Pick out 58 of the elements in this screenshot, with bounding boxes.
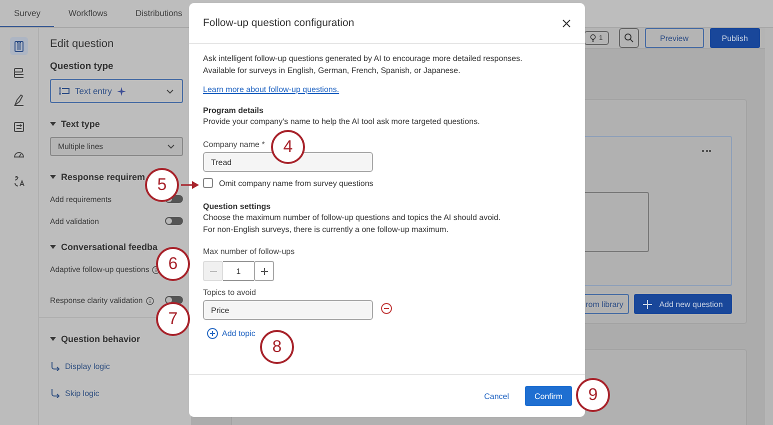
remove-icon[interactable]	[381, 303, 392, 314]
nav-tab[interactable]: Workflows	[54, 0, 122, 27]
section-description: For non-English surveys, there is currently a one follow-up maximum.	[203, 224, 450, 236]
caret-down-icon[interactable]	[50, 175, 56, 179]
text-field-icon	[59, 87, 70, 95]
caret-down-icon[interactable]	[50, 245, 56, 249]
section-label: Question type	[50, 61, 114, 72]
caret-down-icon[interactable]	[50, 122, 56, 126]
section-heading: Program details	[203, 105, 264, 116]
scrollbar[interactable]	[765, 28, 773, 425]
plus-circle-icon	[207, 328, 218, 339]
section-heading: Response requirem	[61, 172, 146, 182]
plus-icon	[643, 300, 652, 308]
search-button[interactable]	[618, 28, 639, 48]
section-heading: Text type	[61, 119, 100, 129]
section-description: Provide your company's name to help the AI tool ask more targeted questions.	[203, 116, 481, 128]
cancel-button[interactable]: Cancel	[484, 392, 509, 400]
chevron-down-icon	[167, 144, 175, 149]
topic-field[interactable]: Price	[203, 300, 373, 320]
intro-text: Ask intelligent follow-up questions generated by AI to encourage more detailed responses.	[203, 53, 524, 64]
sparkle-icon	[116, 86, 126, 96]
section-heading: Question settings	[203, 201, 272, 212]
section-description: Choose the maximum number of follow-up questions and topics the AI should avoid.	[203, 212, 502, 224]
field-label: Company name *	[203, 140, 265, 149]
lightbulb-icon	[590, 34, 596, 42]
section-heading: Question behavior	[61, 334, 140, 344]
toggle-switch[interactable]	[165, 296, 183, 304]
search-icon	[624, 33, 634, 43]
branch-icon	[50, 388, 60, 398]
caret-down-icon[interactable]	[50, 337, 56, 341]
info-icon[interactable]	[146, 296, 154, 304]
logic-link[interactable]: Display logic	[65, 362, 110, 370]
publish-button[interactable]: Publish	[710, 28, 760, 48]
intro-text: Available for surveys in English, German, French, Spanish, or Japanese.	[203, 64, 462, 76]
plus-icon	[260, 268, 268, 274]
clipboard-icon[interactable]	[10, 37, 28, 55]
number-field[interactable]: 1	[223, 261, 254, 281]
branch-icon	[50, 361, 60, 371]
add-question-button[interactable]: Add new question	[634, 294, 732, 314]
panel-title: Edit question	[50, 38, 115, 50]
dialog-title: Follow-up question configuration	[203, 17, 354, 29]
preview-button[interactable]: Preview	[644, 28, 704, 48]
question-type-dropdown[interactable]: Text entry	[50, 79, 183, 103]
chevron-down-icon	[166, 88, 174, 94]
field-label: Topics to avoid	[203, 288, 256, 297]
section-heading: Conversational feedba	[61, 242, 158, 252]
callout-arrow	[181, 181, 199, 189]
learn-more-link[interactable]: Learn more about follow-up questions.	[203, 85, 340, 94]
field-label: Max number of follow-ups	[203, 247, 295, 256]
increment-button[interactable]	[254, 261, 274, 281]
add-topic-button[interactable]: Add topic	[207, 328, 256, 339]
checkbox[interactable]	[203, 178, 213, 188]
nav-tab[interactable]: Survey	[0, 0, 54, 27]
close-icon[interactable]	[562, 18, 571, 28]
toggle-switch[interactable]	[165, 217, 183, 225]
confirm-button[interactable]: Confirm	[525, 386, 572, 406]
checkbox-label: Omit company name from survey questions	[219, 178, 374, 188]
logic-link[interactable]: Skip logic	[65, 388, 100, 398]
